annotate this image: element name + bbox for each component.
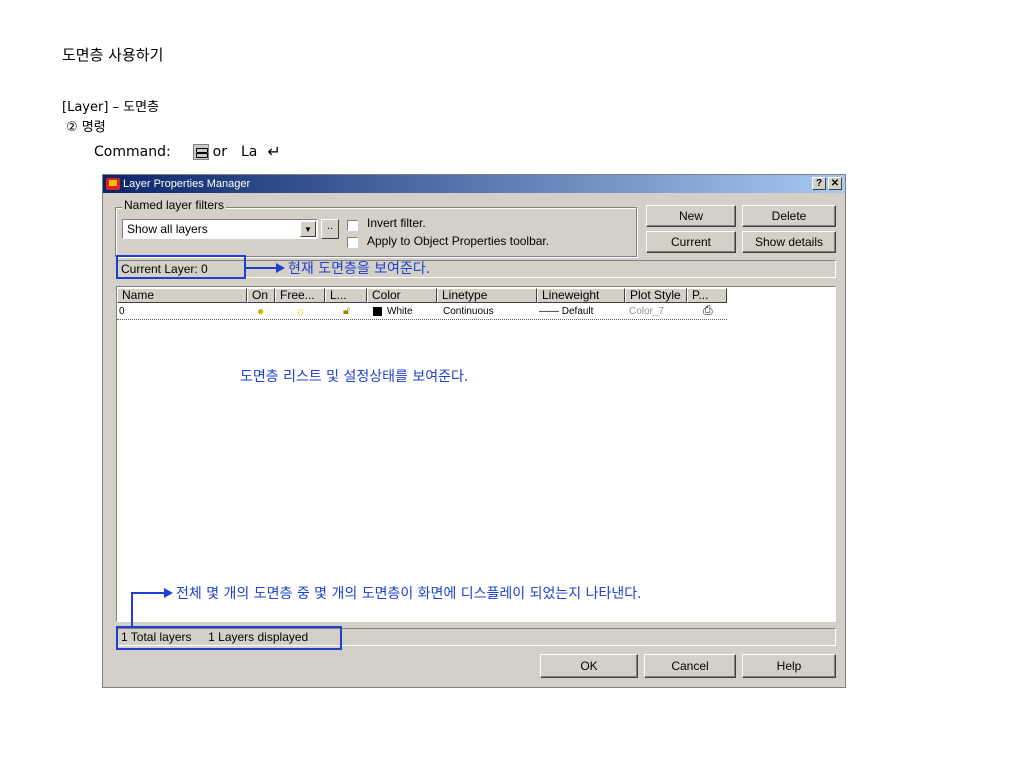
unlock-icon[interactable]: 🔓︎ [343,305,350,318]
dialog-title: Layer Properties Manager [123,178,251,190]
cancel-button[interactable]: Cancel [644,654,736,678]
column-header-on[interactable]: On [247,288,275,303]
help-button[interactable]: Help [742,654,836,678]
layer-icon [192,143,209,160]
filter-more-button[interactable]: ·· [321,219,339,239]
chevron-down-icon[interactable]: ▼ [300,221,316,237]
command-label: Command: [94,143,171,160]
current-layer-annotation: 현재 도면층을 보여준다. [288,261,431,277]
arrow-head [164,588,173,598]
column-header-name[interactable]: Name [117,288,247,303]
command-or: or [212,143,227,160]
apply-toolbar-label: Apply to Object Properties toolbar. [367,234,550,248]
dialog-titlebar[interactable]: Layer Properties Manager ? ✕ [103,175,845,193]
color-cell[interactable]: White [387,305,413,318]
layer-list[interactable]: Name On Free... L... Color Linetype Line… [116,286,836,622]
column-header-plot[interactable]: P... [687,288,727,303]
command-alias: La [241,143,258,160]
filter-select[interactable]: Show all layers ▼ [122,219,318,239]
section-heading: [Layer] – 도면층 [62,100,160,115]
lineweight-cell[interactable]: —— Default [539,305,593,318]
column-header-color[interactable]: Color [367,288,437,303]
status-annotation: 전체 몇 개의 도면층 중 몇 개의 도면층이 화면에 디스플레이 되었는지 나… [176,586,642,602]
color-swatch[interactable] [373,307,382,316]
enter-icon: ↵ [267,142,281,161]
invert-filter-label: Invert filter. [367,216,426,230]
autocad-icon [106,178,120,190]
filter-select-value: Show all layers [127,222,208,236]
printer-icon[interactable]: ⎙ [703,304,713,317]
status-highlight [116,626,342,650]
command-line: Command: or La ↵ [94,142,281,161]
arrow-line [131,592,165,594]
lightbulb-icon[interactable]: ● [257,305,264,318]
close-icon[interactable]: ✕ [828,177,842,190]
table-row[interactable]: 0 ● ☼ 🔓︎ White Continuous —— Default Col… [117,304,727,320]
layer-name-cell: 0 [119,306,125,317]
show-details-button[interactable]: Show details [742,231,836,253]
arrow-line [246,267,278,269]
column-header-freeze[interactable]: Free... [275,288,325,303]
column-header-linetype[interactable]: Linetype [437,288,537,303]
section-subheading: ② 명령 [66,120,106,135]
page-title: 도면층 사용하기 [62,46,164,64]
help-icon[interactable]: ? [812,177,826,190]
ok-button[interactable]: OK [540,654,638,678]
current-button[interactable]: Current [646,231,736,253]
invert-filter-checkbox[interactable] [347,220,358,231]
arrow-line [131,592,133,626]
linetype-cell[interactable]: Continuous [443,305,494,318]
column-header-plot-style[interactable]: Plot Style [625,288,687,303]
delete-button[interactable]: Delete [742,205,836,227]
column-header-lineweight[interactable]: Lineweight [537,288,625,303]
column-header-lock[interactable]: L... [325,288,367,303]
filters-group-label: Named layer filters [122,198,227,212]
sun-icon[interactable]: ☼ [295,305,306,318]
plot-style-cell: Color_7 [629,306,665,317]
apply-toolbar-checkbox[interactable] [347,237,358,248]
arrow-head [276,263,285,273]
new-button[interactable]: New [646,205,736,227]
list-annotation: 도면층 리스트 및 설정상태를 보여준다. [240,369,469,385]
current-layer-highlight [116,255,246,279]
